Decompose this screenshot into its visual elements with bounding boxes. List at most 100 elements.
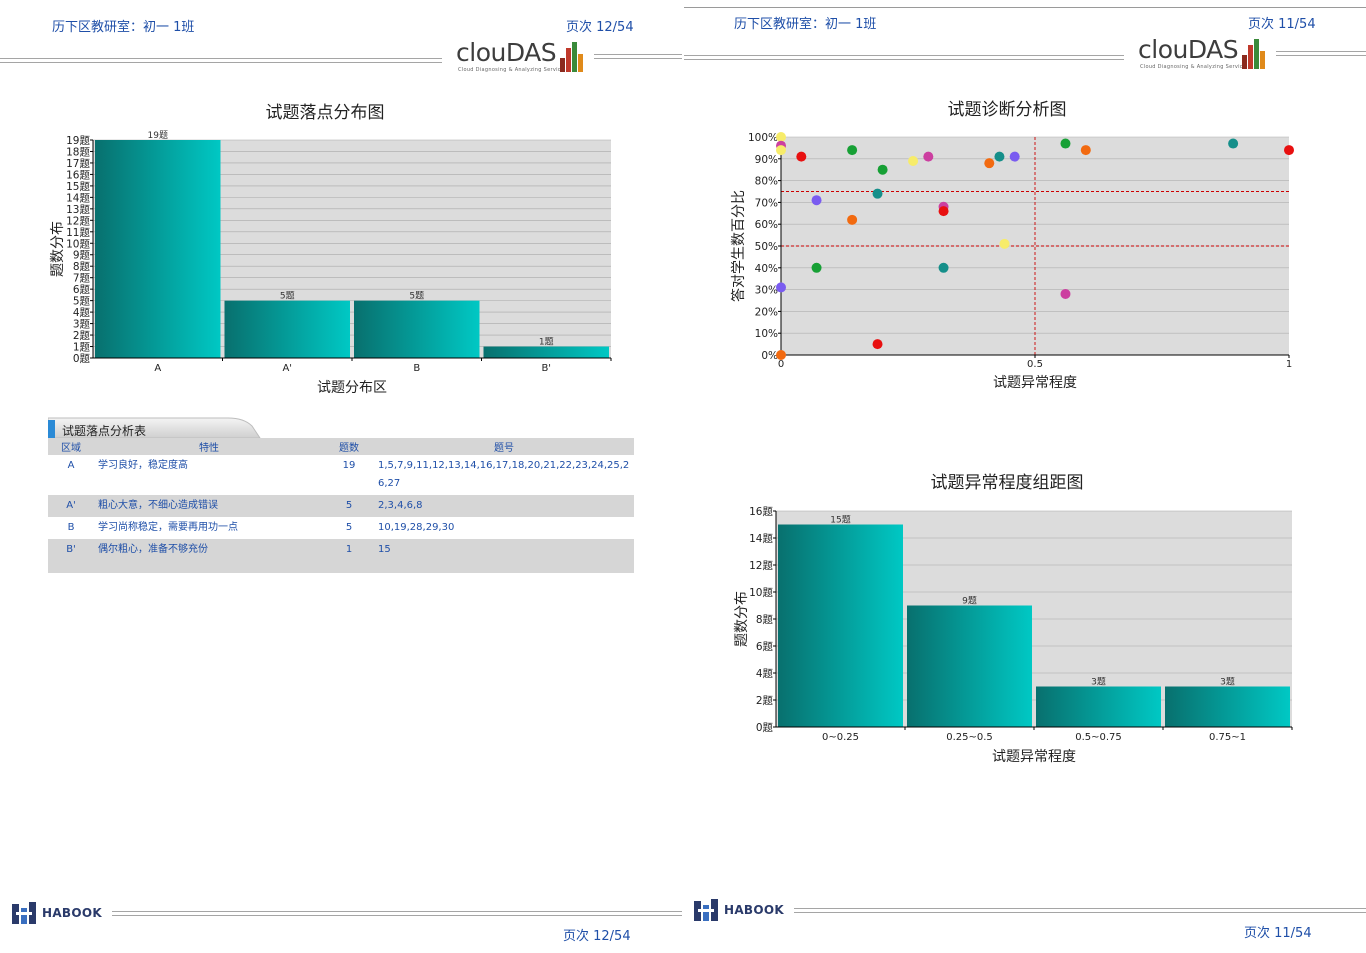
logo-bar-icon	[1254, 39, 1259, 69]
header-page-number: 页次 12/54	[566, 20, 634, 35]
y-tick-label: 17题	[66, 158, 90, 170]
scatter-point	[796, 151, 807, 162]
footer-page-number: 页次 11/54	[1244, 926, 1312, 941]
logo-bar-icon	[1242, 55, 1247, 69]
cell-ids: 2,3,4,6,8	[374, 495, 634, 517]
scatter-point	[923, 151, 934, 162]
x-tick-label: 0	[778, 359, 784, 370]
scatter-point	[811, 262, 822, 273]
x-axis-title: 试题异常程度	[992, 749, 1076, 765]
y-tick-label: 80%	[755, 176, 778, 188]
logo-wordmark: clouDAS	[1138, 35, 1239, 64]
y-tick-label: 100%	[748, 132, 778, 144]
cell-feature: 粗心大意，不细心造成错误	[94, 495, 324, 517]
y-tick-label: 14题	[749, 533, 773, 545]
scatter-chart-title: 试题诊断分析图	[947, 100, 1067, 120]
footer-rule	[112, 911, 682, 916]
table-row: A 学习良好，稳定度高 19 1,5,7,9,11,12,13,14,16,17…	[48, 455, 634, 495]
cell-zone: A'	[48, 495, 94, 517]
bar	[907, 605, 1032, 727]
y-tick-label: 11题	[66, 227, 90, 239]
x-tick-label: A	[154, 363, 161, 374]
cell-feature: 学习尚称稳定，需要再用功一点	[98, 522, 238, 533]
y-tick-label: 13题	[66, 204, 90, 216]
cell-ids: 1,5,7,9,11,12,13,14,16,17,18,20,21,22,23…	[378, 460, 630, 489]
x-tick-label: B	[413, 363, 420, 374]
anomaly-histogram-chart: 0题 2题 4题 6题 8题 10题 12题 14题 16题 15题 0~0.25 9题 0.25~0.…	[734, 506, 1293, 765]
bar-data-label: 15题	[830, 515, 850, 526]
y-tick-label: 20%	[755, 306, 778, 318]
diagnosis-scatter-chart: 0% 10% 20% 30% 40% 50% 60% 70% 80% 90% 100% 0 0.5 1 试题…	[730, 132, 1294, 391]
y-axis-title: 题数分布	[734, 591, 750, 647]
logo-bar-icon	[1248, 45, 1253, 69]
bar-data-label: 1题	[539, 337, 554, 348]
scatter-point	[776, 132, 786, 142]
y-tick-label: 40%	[755, 263, 778, 275]
cell-count: 5	[324, 495, 374, 517]
footer-rule	[794, 908, 1366, 913]
table-row: B 学习尚称稳定，需要再用功一点 5 10,19,28,29,30	[48, 517, 634, 539]
scatter-point	[776, 282, 786, 293]
y-tick-label: 6题	[73, 284, 91, 296]
y-tick-label: 10题	[66, 238, 90, 250]
y-axis-title: 题数分布	[50, 221, 66, 277]
header-rule-left	[684, 55, 1124, 60]
cell-feature: 偶尔粗心，准备不够充份	[94, 539, 324, 573]
cell-zone: B	[67, 522, 75, 533]
bar	[224, 300, 350, 358]
y-tick-label: 6题	[756, 641, 774, 653]
scatter-point	[994, 151, 1005, 162]
bar-data-label: 3题	[1220, 677, 1235, 688]
histogram-chart-title: 试题异常程度组距图	[930, 473, 1084, 493]
table-row: B' 偶尔粗心，准备不够充份 1 15	[48, 539, 634, 573]
scatter-point	[999, 238, 1010, 249]
header-rule-left	[0, 58, 442, 63]
cloudas-logo: clouDAS Cloud Diagnosing & Analyzing Ser…	[1138, 35, 1288, 75]
habook-mark-icon	[12, 902, 36, 924]
y-tick-label: 16题	[66, 169, 90, 181]
logo-bar-icon	[578, 54, 583, 72]
bar-data-label: 19题	[148, 130, 168, 141]
scatter-point	[877, 164, 888, 175]
scatter-point	[811, 195, 822, 206]
bar	[483, 346, 609, 358]
y-tick-label: 60%	[755, 219, 778, 231]
cell-ids: 10,19,28,29,30	[378, 522, 455, 533]
cell-feature: 学习良好，稳定度高	[98, 460, 188, 471]
bar-data-label: 3题	[1091, 677, 1106, 688]
cell-zone: B'	[48, 539, 94, 573]
table-row: A' 粗心大意，不细心造成错误 5 2,3,4,6,8	[48, 495, 634, 517]
y-tick-label: 14题	[66, 192, 90, 204]
bar	[354, 300, 480, 358]
x-tick-label: A'	[282, 363, 292, 374]
bar	[778, 524, 903, 727]
scatter-point	[1284, 145, 1294, 156]
logo-bar-icon	[566, 48, 571, 72]
bar-data-label: 5题	[280, 291, 295, 302]
scatter-point	[1228, 138, 1239, 149]
y-tick-label: 8题	[756, 614, 774, 626]
habook-wordmark: HABOOK	[42, 906, 102, 920]
y-tick-label: 16题	[749, 506, 773, 518]
analysis-table-grid: 区域 特性 题数 题号 A 学习良好，稳定度高 19 1,5,7,9,11,12…	[48, 438, 634, 573]
scatter-point	[1009, 151, 1020, 162]
bar	[1165, 686, 1290, 727]
table-tab-label: 试题落点分析表	[62, 424, 147, 438]
y-tick-label: 50%	[755, 241, 778, 253]
y-tick-label: 0题	[756, 722, 774, 734]
top-border	[684, 7, 1366, 8]
x-axis-title: 试题异常程度	[993, 375, 1077, 391]
y-tick-label: 0%	[761, 350, 778, 362]
y-tick-label: 3题	[73, 319, 91, 331]
header-title: 历下区教研室：初一 1班	[734, 17, 877, 32]
y-tick-label: 70%	[755, 197, 778, 209]
logo-bar-icon	[560, 58, 565, 72]
scatter-point	[847, 214, 858, 225]
logo-tagline: Cloud Diagnosing & Analyzing Service	[458, 67, 565, 73]
y-tick-label: 7题	[73, 273, 91, 285]
bar-data-label: 5题	[409, 291, 424, 302]
scatter-point	[847, 145, 858, 156]
bar	[1036, 686, 1161, 727]
logo-tagline: Cloud Diagnosing & Analyzing Service	[1140, 64, 1247, 70]
distribution-chart-title: 试题落点分布图	[265, 103, 385, 123]
